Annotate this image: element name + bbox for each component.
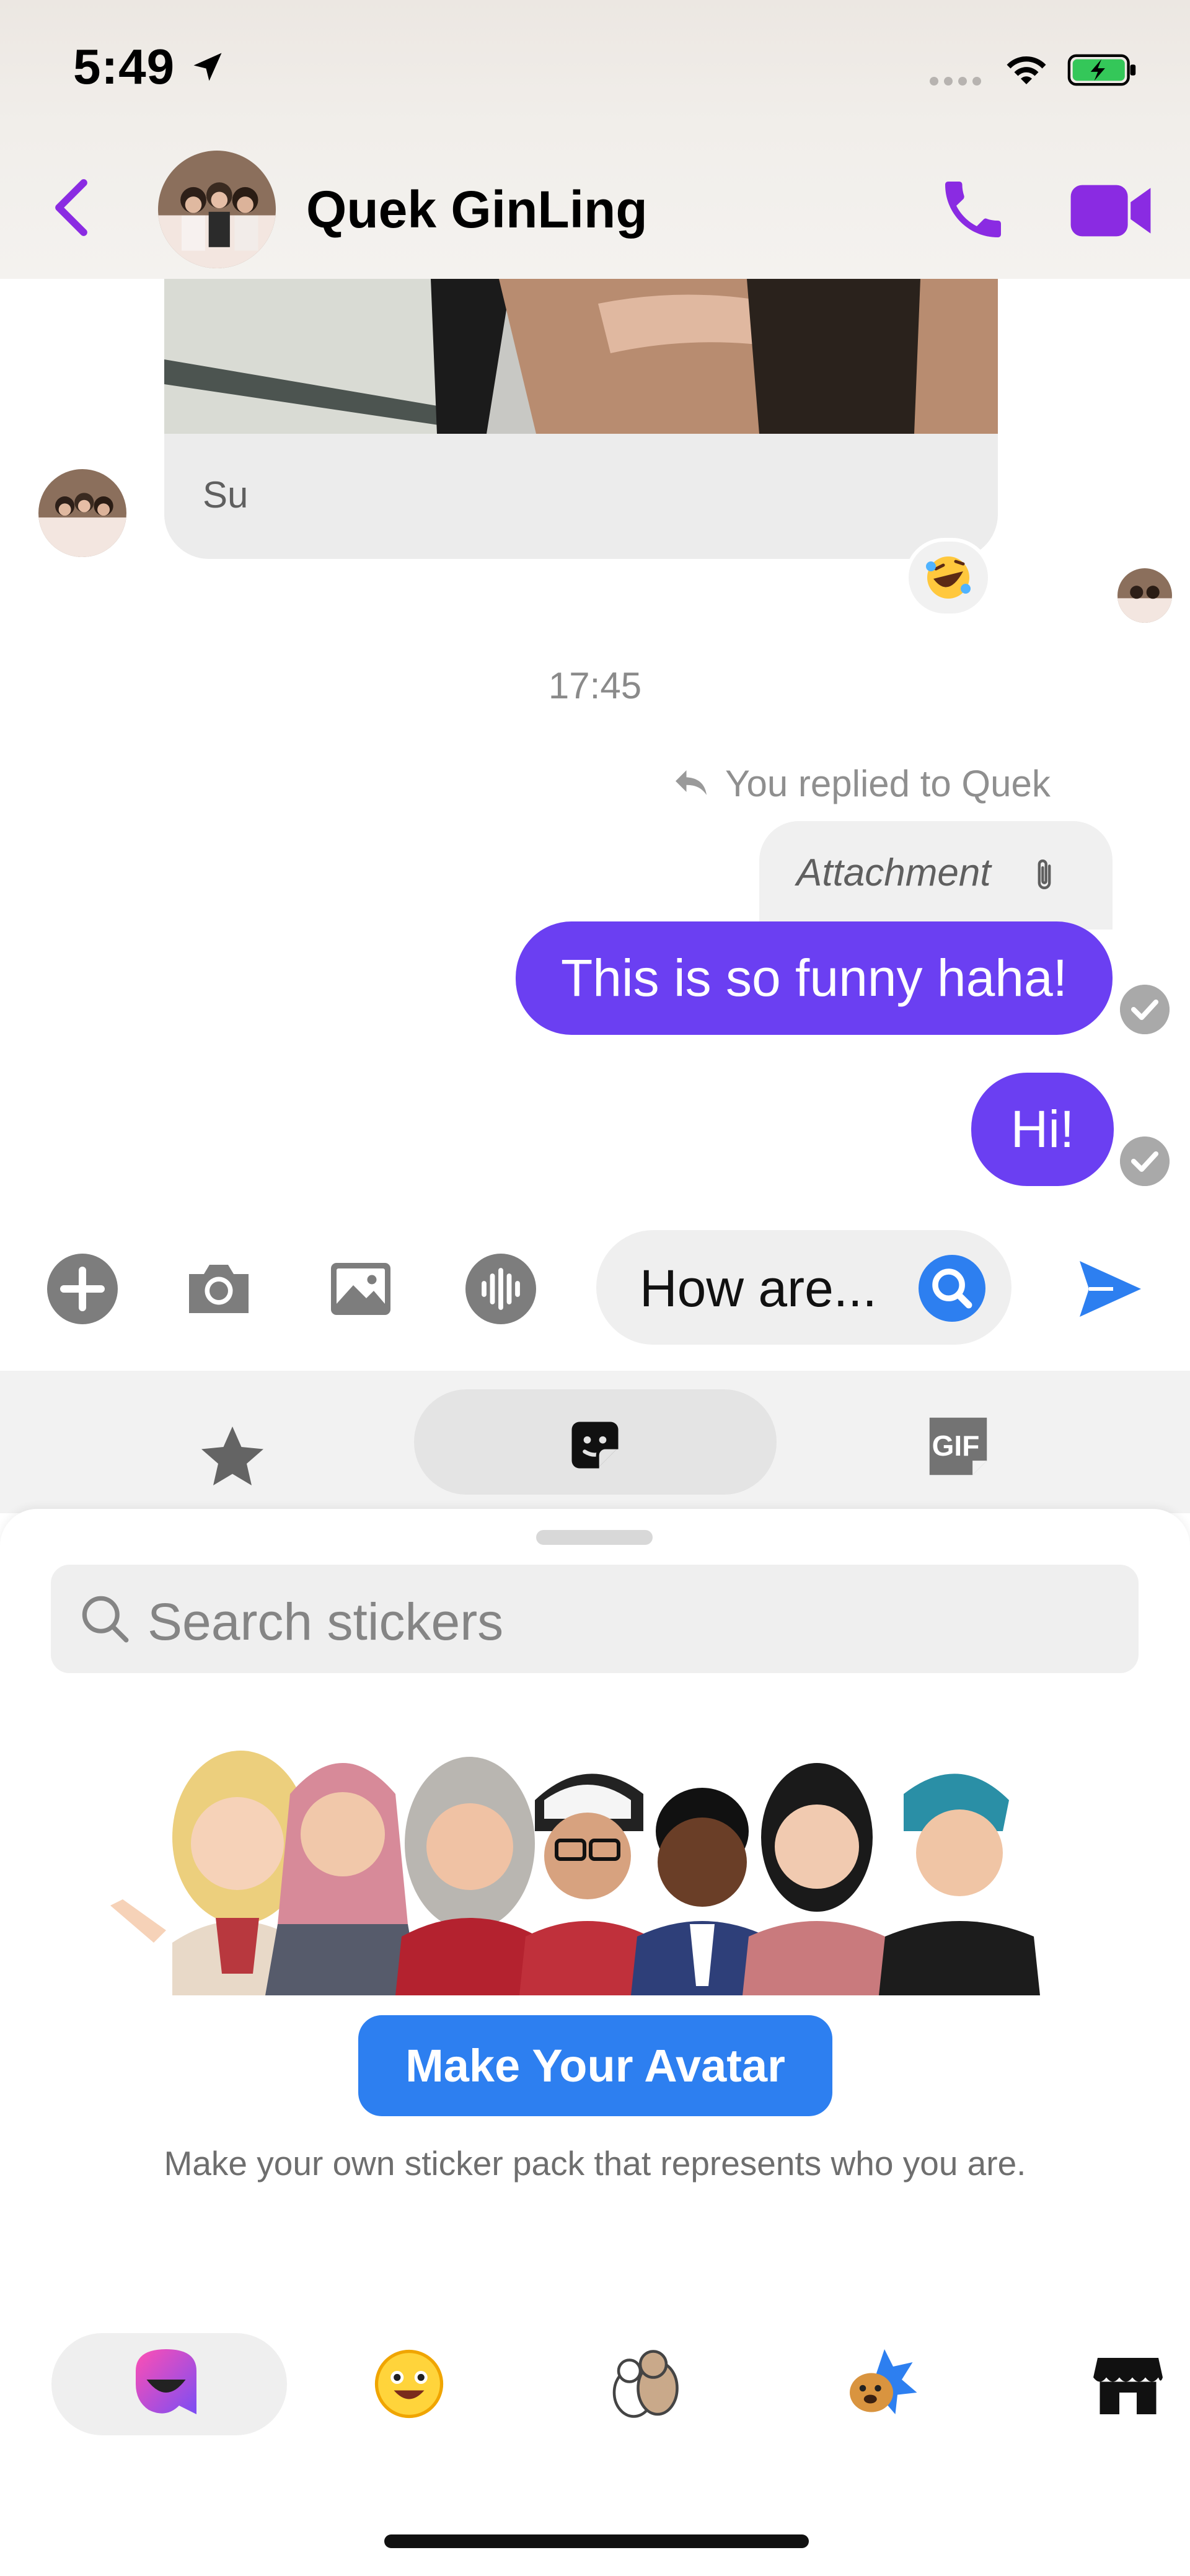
avatar-pack-icon[interactable] xyxy=(123,2341,209,2427)
rofl-emoji-icon xyxy=(926,556,971,599)
drag-handle[interactable] xyxy=(536,1530,653,1545)
video-call-icon[interactable] xyxy=(1067,182,1154,239)
sticker-store-icon[interactable] xyxy=(1085,2341,1171,2427)
voice-clip-icon[interactable] xyxy=(464,1252,538,1326)
gallery-image-icon[interactable] xyxy=(324,1252,398,1326)
emoji-pack-icon[interactable] xyxy=(366,2341,452,2427)
sticker-tab-row: GIF xyxy=(0,1371,1190,1513)
group-photo-icon xyxy=(38,469,126,557)
avatar-group-illustration xyxy=(110,1751,1040,1995)
search-icon xyxy=(932,1268,972,1309)
send-icon[interactable] xyxy=(1069,1252,1150,1326)
favorites-star-icon[interactable] xyxy=(195,1420,270,1495)
message-reaction[interactable] xyxy=(905,538,992,617)
chat-timestamp: 17:45 xyxy=(548,665,642,706)
sticker-icon[interactable] xyxy=(564,1414,626,1476)
shared-photo-message[interactable]: Su xyxy=(164,279,998,559)
dog-pack-icon[interactable] xyxy=(837,2341,923,2427)
message-input[interactable]: How are... xyxy=(596,1230,1011,1345)
search-button[interactable] xyxy=(919,1255,985,1322)
delivered-check-icon xyxy=(1120,985,1170,1034)
group-photo-icon xyxy=(158,151,276,268)
sender-avatar[interactable] xyxy=(38,469,126,557)
home-indicator[interactable] xyxy=(384,2534,809,2548)
make-your-avatar-button[interactable]: Make Your Avatar xyxy=(358,2015,832,2116)
location-arrow-icon xyxy=(193,53,222,81)
contact-avatar[interactable] xyxy=(158,151,276,268)
gif-tab[interactable]: GIF xyxy=(922,1414,994,1479)
camera-icon[interactable] xyxy=(182,1252,256,1326)
read-receipt-avatar xyxy=(1117,568,1172,623)
attachment-label: Attachment xyxy=(796,851,991,894)
cat-dog-pack-icon[interactable] xyxy=(601,2341,688,2427)
message-bubble-sent[interactable]: This is so funny haha! xyxy=(516,921,1113,1035)
search-icon xyxy=(82,1596,129,1643)
search-stickers-placeholder: Search stickers xyxy=(148,1593,504,1651)
battery-icon xyxy=(1067,54,1136,86)
reply-arrow-icon xyxy=(676,770,707,795)
search-stickers-input[interactable]: Search stickers xyxy=(51,1565,1139,1673)
quoted-attachment[interactable]: Attachment xyxy=(759,821,1113,930)
message-input-text[interactable]: How are... xyxy=(640,1259,877,1319)
message-bubble-sent[interactable]: Hi! xyxy=(971,1073,1114,1186)
make-avatar-subtitle: Make your own sticker pack that represen… xyxy=(164,2144,1026,2183)
signal-icon xyxy=(930,77,987,89)
wifi-icon xyxy=(1007,56,1046,84)
shared-photo xyxy=(164,279,998,434)
contact-name[interactable]: Quek GinLing xyxy=(306,180,648,240)
paperclip-icon xyxy=(1038,859,1051,889)
sticker-panel: Search stickers Make Your Avatar Make yo… xyxy=(0,1509,1190,2576)
phone-call-icon[interactable] xyxy=(936,172,1010,247)
sticker-pack-bar xyxy=(0,2333,1190,2451)
delivered-check-icon xyxy=(1120,1136,1170,1186)
photo-caption: Su xyxy=(203,474,249,516)
back-chevron-icon[interactable] xyxy=(50,177,93,239)
add-plus-icon[interactable] xyxy=(45,1252,120,1326)
gif-label: GIF xyxy=(932,1430,980,1462)
replied-to-label: You replied to Quek xyxy=(725,763,1051,804)
status-time: 5:49 xyxy=(73,39,175,94)
